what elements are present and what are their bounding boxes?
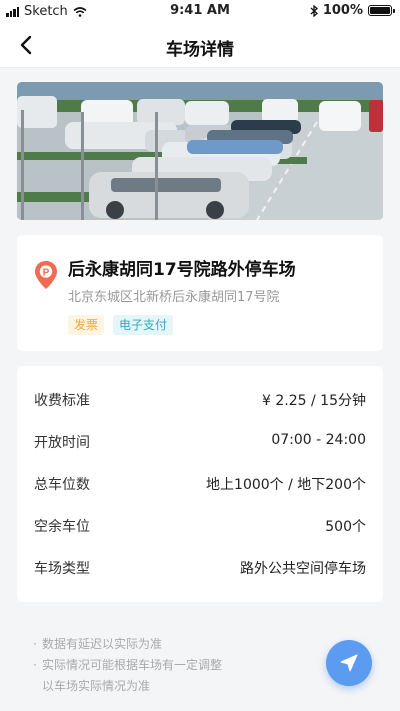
detail-value: ¥ 2.25 / 15分钟 [262, 393, 366, 409]
detail-row-hours: 开放时间 07:00 - 24:00 [34, 432, 366, 452]
footnote: 数据有延迟以实际为准 [33, 634, 222, 655]
parking-lot-photo [17, 82, 383, 220]
page-title: 车场详情 [166, 40, 234, 60]
detail-row-free-spaces: 空余车位 500个 [34, 516, 366, 536]
lot-name: 后永康胡同17号院路外停车场 [68, 260, 296, 280]
svg-text:P: P [43, 267, 50, 278]
detail-label: 收费标准 [34, 393, 90, 409]
navigate-arrow-icon [340, 654, 358, 672]
lot-address: 北京东城区北新桥后永康胡同17号院 [68, 290, 280, 305]
detail-label: 开放时间 [34, 435, 90, 451]
footnote: 实际情况可能根据车场有一定调整 [33, 655, 222, 676]
nav-bar: 车场详情 [0, 22, 400, 68]
detail-row-fee: 收费标准 ¥ 2.25 / 15分钟 [34, 390, 366, 410]
status-right: 100% [310, 3, 395, 18]
lot-details-card: 收费标准 ¥ 2.25 / 15分钟 开放时间 07:00 - 24:00 总车… [17, 366, 383, 602]
bluetooth-icon [310, 4, 318, 17]
status-bar: Sketch 9:41 AM 100% [0, 0, 400, 22]
detail-row-total-spaces: 总车位数 地上1000个 / 地下200个 [34, 474, 366, 494]
detail-row-lot-type: 车场类型 路外公共空间停车场 [34, 558, 366, 578]
detail-label: 总车位数 [34, 477, 90, 493]
battery-icon [368, 5, 395, 16]
navigate-button[interactable] [326, 640, 372, 686]
detail-label: 车场类型 [34, 561, 90, 577]
footnotes: 数据有延迟以实际为准 实际情况可能根据车场有一定调整 以车场实际情况为准 [33, 634, 222, 697]
location-pin-icon: P [35, 261, 57, 289]
tag-e-payment: 电子支付 [113, 315, 174, 335]
detail-value: 07:00 - 24:00 [271, 432, 366, 448]
lot-tags: 发票 电子支付 [68, 315, 174, 335]
tag-invoice: 发票 [68, 315, 105, 335]
footnote: 以车场实际情况为准 [42, 679, 151, 693]
lot-summary-card: P 后永康胡同17号院路外停车场 北京东城区北新桥后永康胡同17号院 发票 电子… [17, 235, 383, 351]
battery-percent: 100% [322, 3, 363, 18]
detail-value: 路外公共空间停车场 [240, 561, 366, 577]
detail-value: 500个 [325, 519, 366, 535]
detail-label: 空余车位 [34, 519, 90, 535]
detail-value: 地上1000个 / 地下200个 [206, 477, 366, 493]
